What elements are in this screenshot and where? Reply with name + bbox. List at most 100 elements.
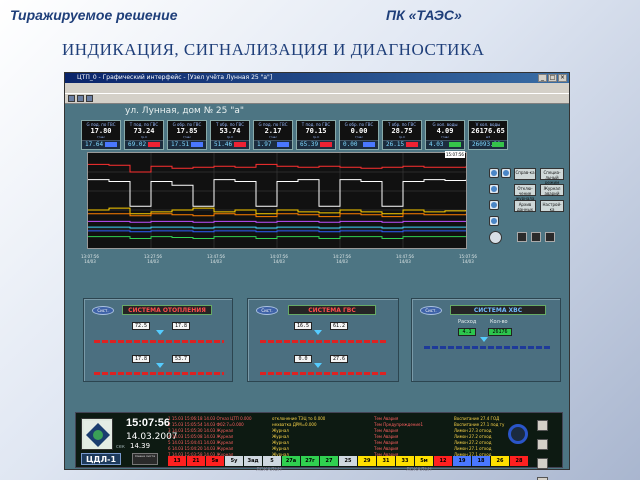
station-number-button[interactable]: 26 [491, 456, 509, 466]
station-number-button[interactable]: 12 [434, 456, 452, 466]
special-mode-button[interactable]: Специа-льный режим [540, 168, 564, 185]
cold-water-pipe [424, 346, 550, 349]
system-symbol[interactable]: Сист. [92, 306, 114, 315]
print-icon[interactable] [537, 458, 548, 469]
sensor-tile[interactable]: T обр. по ГВС 28.75 гр.С 26.15 [382, 120, 422, 150]
toolbar-icon[interactable] [77, 95, 84, 102]
sensor-tile[interactable]: V хол. воды 26176.65 м3 26093.21 [468, 120, 508, 150]
station-number-button[interactable]: 5у [225, 456, 243, 466]
station-number-button[interactable]: 5 [263, 456, 281, 466]
station-name[interactable]: ЦДЛ-1 [81, 453, 121, 465]
gear-icon[interactable] [489, 231, 502, 244]
tile-subvalue: 51.46 [214, 141, 233, 148]
tile-value: 0.00 [350, 127, 368, 135]
sensor-tile[interactable]: G под. по ГВС 2.17 т/час 1.97 [253, 120, 293, 150]
supply-pipe [260, 340, 388, 343]
station-number-button[interactable]: 27а [282, 456, 300, 466]
window-titlebar[interactable]: ЦТП_0 - Графический интерфейс - [Узел уч… [65, 73, 569, 83]
tile-subpanel: 26.15 [383, 140, 421, 149]
help-button[interactable]: Справ-ка [514, 168, 536, 180]
tile-bar [320, 142, 332, 147]
station-number-button[interactable]: 28 [510, 456, 528, 466]
system-symbol[interactable]: Сист. [420, 306, 442, 315]
tile-unit: м3 [485, 135, 491, 139]
menu-bar[interactable] [65, 83, 569, 93]
tile-unit: т/час [96, 135, 106, 139]
event-log-values: отклонение ТЭЦ то 0.000 нехватка ДРМ=0.00… [272, 416, 368, 458]
archive-icon[interactable] [489, 200, 499, 210]
tile-bar [191, 142, 203, 147]
station-number-button[interactable]: 5м [415, 456, 433, 466]
station-number-button[interactable]: 29 [358, 456, 376, 466]
settings-button[interactable]: Настрой-ка [540, 200, 564, 212]
print-icon[interactable] [489, 216, 499, 226]
station-number-button[interactable]: 21 [187, 456, 205, 466]
value-box: 26176 [488, 328, 512, 336]
close-button[interactable]: × [558, 74, 567, 82]
change-sheet-button[interactable]: Смена листа [132, 453, 158, 465]
sensor-tile[interactable]: T под. по ГВС 73.24 гр.С 69.02 [124, 120, 164, 150]
station-number-button[interactable]: 13 [168, 456, 186, 466]
value-box: 61.2 [330, 322, 348, 330]
toolbar [65, 93, 569, 104]
edit-icon[interactable] [537, 420, 548, 431]
station-number-button[interactable]: 5в [206, 456, 224, 466]
station-number-button[interactable]: Зад [244, 456, 262, 466]
station-number-button[interactable]: 33 [396, 456, 414, 466]
time-tick-label: 14:07:56 14/03 [270, 254, 288, 264]
valve-icon [156, 330, 164, 335]
info-icon[interactable] [489, 168, 499, 178]
time-tick-label: 13:47:56 14/03 [207, 254, 225, 264]
tile-unit: т/час [268, 135, 278, 139]
station-number-button[interactable]: 25 [339, 456, 357, 466]
sensor-tile[interactable]: G обр. по ГВС 17.85 т/час 17.51 [167, 120, 207, 150]
tile-subvalue: 17.64 [85, 141, 104, 148]
stop-icon[interactable] [531, 232, 541, 242]
station-number-button[interactable]: 18 [472, 456, 490, 466]
status-ring-icon[interactable] [508, 424, 528, 444]
company-logo-icon [84, 421, 112, 449]
alarm-log-button[interactable]: Журнал аварий [540, 184, 564, 196]
sensor-tile[interactable]: G под. по ГВС 17.80 т/час 17.64 [81, 120, 121, 150]
heating-system-panel: Сист. СИСТЕМА ОТОПЛЕНИЯ 72.5 17.8 17.8 5… [83, 298, 233, 382]
sensor-tile[interactable]: G хол. воды 4.09 т/час 4.03 [425, 120, 465, 150]
toolbar-icon[interactable] [86, 95, 93, 102]
sensor-tile[interactable]: T под. по ГВС 70.15 гр.С 65.39 [296, 120, 336, 150]
trend-chart-svg [88, 153, 466, 248]
nav-label: ЛОКАЛЬН [256, 467, 282, 473]
station-number-button[interactable]: 27г [301, 456, 319, 466]
minimize-button[interactable]: _ [538, 74, 547, 82]
app-window: ЦТП_0 - Графический интерфейс - [Узел уч… [64, 72, 570, 480]
station-number-button[interactable]: 19 [453, 456, 471, 466]
stop-icon[interactable] [545, 232, 555, 242]
value-box: 17.8 [132, 355, 150, 363]
chart-icon[interactable] [489, 184, 499, 194]
archive-button[interactable]: Архив данных [514, 200, 536, 212]
help-icon[interactable] [501, 168, 511, 178]
tile-subpanel: 69.02 [125, 140, 163, 149]
tile-subvalue: 4.03 [429, 141, 444, 148]
tile-value: 53.74 [219, 127, 241, 135]
dhw-system-panel: Сист. СИСТЕМА ГВС 16.5 61.2 0.0 27.6 [247, 298, 399, 382]
seconds-label: сек [116, 444, 125, 450]
tile-bar [492, 142, 504, 147]
station-number-button[interactable]: 27 [320, 456, 338, 466]
time-tick-label: 14:27:56 14/03 [333, 254, 351, 264]
maximize-button[interactable]: □ [548, 74, 557, 82]
panel-title: СИСТЕМА ГВС [288, 305, 376, 315]
sensor-tile[interactable]: G обр. по ГВС 0.00 т/час 0.00 [339, 120, 379, 150]
address-label: ул. Лунная, дом № 25 "а" [125, 106, 245, 116]
sensor-tile[interactable]: T обр. по ГВС 53.74 гр.С 51.46 [210, 120, 250, 150]
tools-icon[interactable] [537, 439, 548, 450]
tile-unit: гр.С [398, 135, 406, 139]
system-symbol[interactable]: Сист. [256, 306, 278, 315]
log-off-button[interactable]: Отклю-чение журнала [514, 184, 536, 201]
tile-subvalue: 0.00 [343, 141, 358, 148]
tile-subpanel: 1.97 [254, 140, 292, 149]
tile-subvalue: 1.97 [257, 141, 272, 148]
tile-subpanel: 17.51 [168, 140, 206, 149]
station-number-button[interactable]: 31 [377, 456, 395, 466]
stop-icon[interactable] [517, 232, 527, 242]
tile-unit: гр.С [312, 135, 320, 139]
toolbar-icon[interactable] [68, 95, 75, 102]
